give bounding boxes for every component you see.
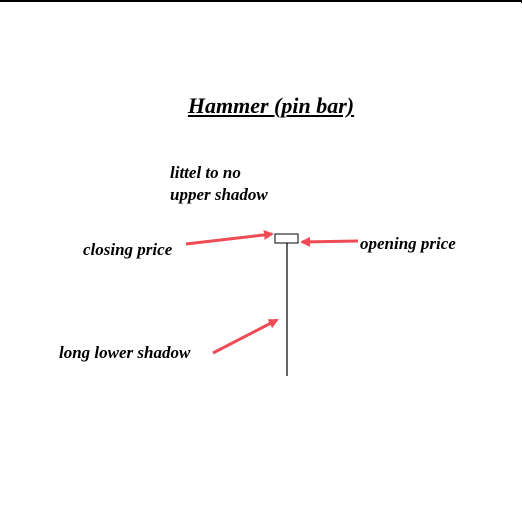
candle-body	[274, 233, 299, 244]
opening-price-arrow	[300, 236, 359, 247]
lower-shadow-arrow	[212, 318, 279, 355]
hammer-candle-diagram	[185, 229, 359, 376]
closing-price-arrow	[185, 229, 274, 246]
